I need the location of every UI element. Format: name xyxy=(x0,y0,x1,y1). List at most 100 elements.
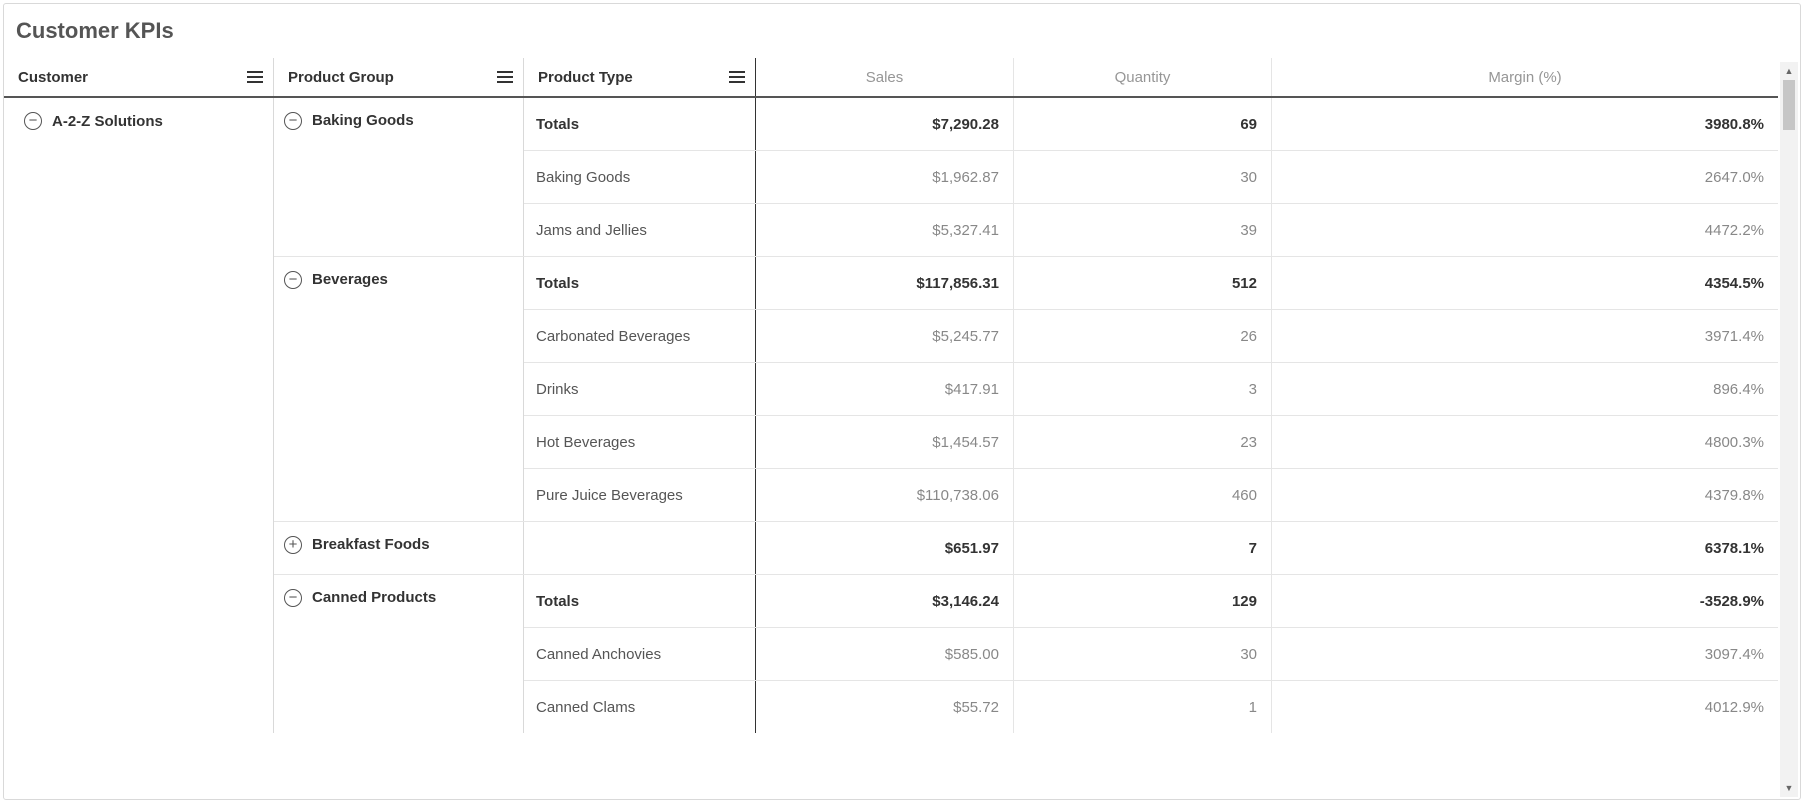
group-label-cell[interactable]: Breakfast Foods xyxy=(274,522,524,574)
product-type-cell: Carbonated Beverages xyxy=(524,310,756,362)
product-type-cell: Canned Clams xyxy=(524,681,756,733)
header-product-group-label: Product Group xyxy=(288,69,394,86)
quantity-cell: 30 xyxy=(1014,628,1272,680)
margin-cell: 4379.8% xyxy=(1272,469,1778,521)
header-product-type-label: Product Type xyxy=(538,69,633,86)
quantity-cell: 3 xyxy=(1014,363,1272,415)
scroll-up-arrow-icon[interactable]: ▲ xyxy=(1780,62,1798,80)
collapse-icon[interactable] xyxy=(284,112,302,130)
sales-cell: $55.72 xyxy=(756,681,1014,733)
totals-margin-cell: -3528.9% xyxy=(1272,575,1778,627)
group-name: Beverages xyxy=(312,271,388,288)
totals-label-cell: Totals xyxy=(524,575,756,627)
quantity-cell: 23 xyxy=(1014,416,1272,468)
totals-margin-cell: 6378.1% xyxy=(1272,522,1778,574)
sales-cell: $1,454.57 xyxy=(756,416,1014,468)
group-label-cell[interactable]: Baking Goods xyxy=(274,98,524,256)
table-row[interactable]: Pure Juice Beverages$110,738.064604379.8… xyxy=(524,469,1778,521)
table-row[interactable]: Hot Beverages$1,454.57234800.3% xyxy=(524,416,1778,469)
margin-cell: 3097.4% xyxy=(1272,628,1778,680)
table-row[interactable]: Carbonated Beverages$5,245.77263971.4% xyxy=(524,310,1778,363)
group-rows: Totals$7,290.28693980.8%Baking Goods$1,9… xyxy=(524,98,1778,256)
quantity-cell: 30 xyxy=(1014,151,1272,203)
group-name: Baking Goods xyxy=(312,112,414,129)
collapse-icon[interactable] xyxy=(284,271,302,289)
group-rows: Totals$117,856.315124354.5%Carbonated Be… xyxy=(524,257,1778,521)
table-row[interactable]: Baking Goods$1,962.87302647.0% xyxy=(524,151,1778,204)
table-row[interactable]: Jams and Jellies$5,327.41394472.2% xyxy=(524,204,1778,256)
group-block: Canned Products Totals$3,146.24129-3528.9… xyxy=(274,574,1778,733)
totals-label-cell: Totals xyxy=(524,257,756,309)
group-block: Baking GoodsTotals$7,290.28693980.8%Baki… xyxy=(274,98,1778,256)
totals-sales-cell: $3,146.24 xyxy=(756,575,1014,627)
quantity-cell: 26 xyxy=(1014,310,1272,362)
totals-margin-cell: 4354.5% xyxy=(1272,257,1778,309)
scroll-thumb[interactable] xyxy=(1783,80,1795,130)
menu-icon[interactable] xyxy=(729,71,745,83)
customer-name: A-2-Z Solutions xyxy=(52,113,163,130)
group-totals-row[interactable]: $651.9776378.1% xyxy=(524,522,1778,574)
collapse-icon[interactable] xyxy=(24,112,42,130)
menu-icon[interactable] xyxy=(497,71,513,83)
vertical-scrollbar[interactable]: ▲ ▼ xyxy=(1780,62,1798,797)
product-type-cell: Pure Juice Beverages xyxy=(524,469,756,521)
menu-icon[interactable] xyxy=(247,71,263,83)
totals-sales-cell: $7,290.28 xyxy=(756,98,1014,150)
quantity-cell: 39 xyxy=(1014,204,1272,256)
quantity-cell: 1 xyxy=(1014,681,1272,733)
sales-cell: $1,962.87 xyxy=(756,151,1014,203)
customer-cell[interactable]: A-2-Z Solutions xyxy=(4,98,273,144)
header-customer[interactable]: Customer xyxy=(4,58,274,96)
header-product-group[interactable]: Product Group xyxy=(274,58,524,96)
totals-margin-cell: 3980.8% xyxy=(1272,98,1778,150)
group-label-cell[interactable]: Beverages xyxy=(274,257,524,521)
group-block: Beverages Totals$117,856.315124354.5%Carb… xyxy=(274,256,1778,521)
group-name: Canned Products xyxy=(312,589,436,606)
sales-cell: $110,738.06 xyxy=(756,469,1014,521)
customer-column: A-2-Z Solutions xyxy=(4,98,274,733)
totals-sales-cell: $651.97 xyxy=(756,522,1014,574)
quantity-cell: 460 xyxy=(1014,469,1272,521)
scroll-down-arrow-icon[interactable]: ▼ xyxy=(1780,779,1798,797)
product-type-cell: Jams and Jellies xyxy=(524,204,756,256)
header-customer-label: Customer xyxy=(18,69,88,86)
groups-column: Baking GoodsTotals$7,290.28693980.8%Baki… xyxy=(274,98,1778,733)
totals-quantity-cell: 129 xyxy=(1014,575,1272,627)
margin-cell: 2647.0% xyxy=(1272,151,1778,203)
sales-cell: $585.00 xyxy=(756,628,1014,680)
totals-quantity-cell: 69 xyxy=(1014,98,1272,150)
group-rows: $651.9776378.1% xyxy=(524,522,1778,574)
group-totals-row[interactable]: Totals$3,146.24129-3528.9% xyxy=(524,575,1778,628)
group-totals-row[interactable]: Totals$7,290.28693980.8% xyxy=(524,98,1778,151)
product-type-cell: Canned Anchovies xyxy=(524,628,756,680)
margin-cell: 4012.9% xyxy=(1272,681,1778,733)
collapse-icon[interactable] xyxy=(284,589,302,607)
sales-cell: $417.91 xyxy=(756,363,1014,415)
header-sales[interactable]: Sales xyxy=(756,58,1014,96)
group-totals-row[interactable]: Totals$117,856.315124354.5% xyxy=(524,257,1778,310)
table-row[interactable]: Canned Anchovies$585.00303097.4% xyxy=(524,628,1778,681)
totals-label-cell xyxy=(524,522,756,574)
product-type-cell: Baking Goods xyxy=(524,151,756,203)
totals-label-cell: Totals xyxy=(524,98,756,150)
sales-cell: $5,245.77 xyxy=(756,310,1014,362)
group-label-cell[interactable]: Canned Products xyxy=(274,575,524,733)
expand-icon[interactable] xyxy=(284,536,302,554)
scroll-track[interactable] xyxy=(1780,80,1798,779)
sales-cell: $5,327.41 xyxy=(756,204,1014,256)
group-block: Breakfast Foods $651.9776378.1% xyxy=(274,521,1778,574)
margin-cell: 4472.2% xyxy=(1272,204,1778,256)
header-quantity[interactable]: Quantity xyxy=(1014,58,1272,96)
column-headers: Customer Product Group Product Type Sale… xyxy=(4,58,1778,98)
group-rows: Totals$3,146.24129-3528.9%Canned Anchovi… xyxy=(524,575,1778,733)
header-product-type[interactable]: Product Type xyxy=(524,58,756,96)
totals-quantity-cell: 512 xyxy=(1014,257,1272,309)
panel-title: Customer KPIs xyxy=(4,4,1800,58)
group-name: Breakfast Foods xyxy=(312,536,430,553)
kpi-panel: Customer KPIs Customer Product Group Pro… xyxy=(3,3,1801,800)
product-type-cell: Hot Beverages xyxy=(524,416,756,468)
table-row[interactable]: Drinks$417.913896.4% xyxy=(524,363,1778,416)
table-row[interactable]: Canned Clams$55.7214012.9% xyxy=(524,681,1778,733)
margin-cell: 896.4% xyxy=(1272,363,1778,415)
header-margin[interactable]: Margin (%) xyxy=(1272,58,1778,96)
